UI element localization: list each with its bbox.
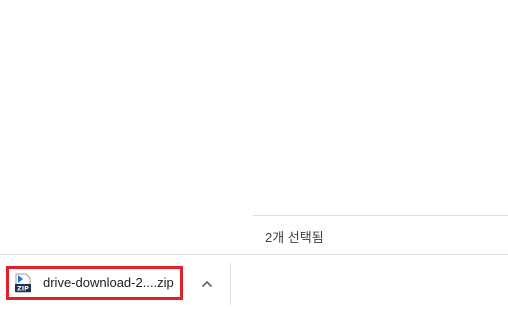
zip-icon-label: ZIP xyxy=(17,284,29,292)
zip-file-icon: ZIP xyxy=(15,273,31,293)
page: 2개 선택됨 ZIP drive-download-2....zip xyxy=(0,0,508,310)
download-options-button[interactable] xyxy=(193,270,221,298)
download-shelf: ZIP drive-download-2....zip xyxy=(0,254,508,310)
download-item[interactable]: ZIP drive-download-2....zip xyxy=(6,266,183,300)
chevron-up-icon xyxy=(201,280,213,288)
selection-status-bar: 2개 선택됨 xyxy=(253,215,508,254)
download-file-name: drive-download-2....zip xyxy=(43,275,174,290)
shelf-divider xyxy=(230,263,231,305)
selection-count-text: 2개 선택됨 xyxy=(265,230,324,245)
